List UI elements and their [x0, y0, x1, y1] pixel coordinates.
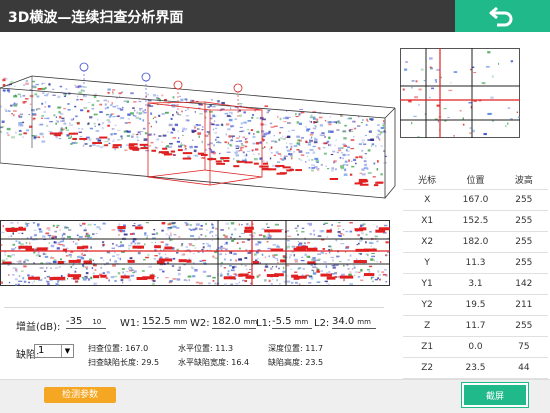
cell: 19.5	[465, 300, 486, 310]
stat-value: 167.0	[125, 344, 149, 353]
screenshot-button[interactable]: 截屏	[462, 383, 528, 407]
w1-input[interactable]: 152.5 mm	[142, 316, 188, 329]
w2-label: W2:	[190, 318, 210, 329]
cell: 255	[515, 237, 533, 247]
cell: 255	[515, 258, 533, 268]
column-header: 位置	[466, 176, 485, 186]
column-header: 波高	[514, 176, 533, 186]
undo-arrow-icon	[489, 6, 513, 27]
table-row: Y2 19.5 211	[403, 295, 548, 316]
cell: 255	[515, 321, 533, 331]
horizontal-position-stat: 水平位置: 11.3	[178, 343, 233, 354]
cell: 152.5	[462, 216, 489, 226]
table-row: X2 182.0 255	[403, 232, 548, 253]
stat-label: 水平位置:	[178, 344, 213, 353]
chevron-down-icon: ▼	[61, 345, 73, 357]
gain-label: 增益(dB):	[16, 322, 61, 333]
table-row: Z2 23.5 44	[403, 358, 548, 379]
l2-input[interactable]: 34.0 mm	[332, 316, 376, 329]
cell: Y2	[421, 300, 433, 310]
table-row: X 167.0 255	[403, 190, 548, 211]
stat-value: 23.5	[305, 358, 324, 367]
cell: 182.0	[462, 237, 489, 247]
cell: X	[424, 195, 431, 205]
depth-position-stat: 深度位置: 11.7	[268, 343, 323, 354]
divider	[4, 307, 384, 308]
cell: X2	[421, 237, 434, 247]
unit-label: mm	[294, 318, 309, 326]
bscan-strip-view[interactable]	[0, 220, 390, 286]
cell: 167.0	[462, 195, 489, 205]
cell: Y	[424, 258, 430, 268]
volume-3d-view[interactable]	[0, 36, 398, 216]
table-row: Y 11.3 255	[403, 253, 548, 274]
stat-value: 16.4	[231, 358, 250, 367]
w1-value: 152.5	[142, 316, 171, 327]
cell: 75	[518, 342, 530, 352]
l1-value: -5.5	[272, 316, 292, 327]
cell: 211	[515, 300, 533, 310]
back-button[interactable]	[455, 0, 550, 32]
defect-select[interactable]: 1 ▼	[34, 344, 74, 358]
page-title: 3D横波—连续扫查分析界面	[8, 10, 184, 26]
stat-label: 缺陷高度:	[268, 358, 303, 367]
top-view-thumbnail[interactable]	[400, 48, 520, 138]
cell: Y1	[421, 279, 433, 289]
column-header: 光标	[418, 176, 437, 186]
inspection-params-button[interactable]: 检测参数	[44, 387, 116, 403]
gain-value: -35	[66, 316, 83, 327]
horizontal-defect-width-stat: 水平缺陷宽度: 16.4	[178, 357, 249, 368]
table-row: X1 152.5 255	[403, 211, 548, 232]
stat-label: 扫查位置:	[88, 344, 123, 353]
cell: Z1	[421, 342, 434, 352]
cell: 142	[515, 279, 533, 289]
w2-input[interactable]: 182.0 mm	[212, 316, 257, 329]
unit-label: mm	[357, 318, 371, 326]
table-row: Z1 0.0 75	[403, 337, 548, 358]
stat-label: 扫查缺陷长度:	[88, 358, 139, 367]
stat-value: 11.3	[215, 344, 234, 353]
defect-height-stat: 缺陷高度: 23.5	[268, 357, 323, 368]
scan-defect-length-stat: 扫查缺陷长度: 29.5	[88, 357, 159, 368]
cell: 11.3	[465, 258, 486, 268]
stat-value: 11.7	[305, 344, 324, 353]
w2-value: 182.0	[212, 316, 241, 327]
cell: 0.0	[468, 342, 483, 352]
cursor-table: 光标 位置 波高 X 167.0 255 X1 152.5 255 X2 182.0 255…	[403, 170, 548, 379]
unit-label: mm	[173, 318, 188, 326]
l2-label: L2:	[314, 318, 330, 329]
cell: 3.1	[468, 279, 483, 289]
title-bar: 3D横波—连续扫查分析界面	[0, 0, 550, 32]
l1-label: L1:	[256, 318, 272, 329]
scan-position-stat: 扫查位置: 167.0	[88, 343, 148, 354]
cell: Z	[424, 321, 431, 331]
cell: 11.7	[465, 321, 486, 331]
cell: X1	[421, 216, 434, 226]
table-header-row: 光标 位置 波高	[403, 170, 548, 190]
stat-value: 29.5	[141, 358, 160, 367]
gain-step: 10	[92, 318, 102, 326]
cell: 255	[515, 216, 533, 226]
l1-input[interactable]: -5.5 mm	[272, 316, 312, 329]
stat-label: 水平缺陷宽度:	[178, 358, 229, 367]
cell: 255	[515, 195, 533, 205]
stat-label: 深度位置:	[268, 344, 303, 353]
w1-label: W1:	[120, 318, 140, 329]
cell: 23.5	[465, 363, 486, 373]
table-row: Z 11.7 255	[403, 316, 548, 337]
app-window: 3D横波—连续扫查分析界面 光标 位置 波高 X 167.0 255 X1 15…	[0, 0, 550, 413]
cell: Z2	[421, 363, 434, 373]
table-row: Y1 3.1 142	[403, 274, 548, 295]
gain-input[interactable]: -35 10	[66, 316, 106, 329]
cell: 44	[518, 363, 530, 373]
l2-value: 34.0	[332, 316, 355, 327]
defect-value: 1	[38, 345, 45, 356]
